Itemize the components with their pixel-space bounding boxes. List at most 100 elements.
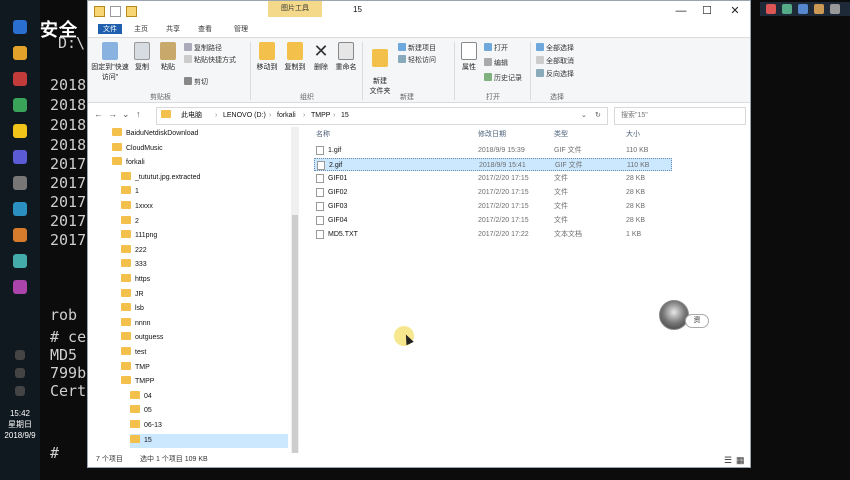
details-view-icon[interactable]: ☰ (724, 453, 732, 467)
ribbon-separator (362, 42, 363, 100)
new-folder-icon[interactable] (126, 6, 137, 17)
breadcrumb-15[interactable]: 15 (341, 108, 349, 124)
nav-tree-item[interactable]: 05 (130, 404, 288, 418)
easy-access-button[interactable]: 轻松访问 (398, 55, 436, 65)
app-icon[interactable] (13, 150, 27, 164)
tab-home[interactable]: 主页 (134, 24, 148, 34)
nav-tree-item[interactable]: 1xxxx (121, 200, 288, 214)
tab-file[interactable]: 文件 (98, 24, 122, 34)
properties-icon[interactable] (110, 6, 121, 17)
minimize-button[interactable]: — (668, 3, 694, 19)
address-dropdown-icon[interactable]: ⌄ (581, 108, 587, 124)
nav-tree-item[interactable]: 2 (121, 215, 288, 229)
nav-tree-item[interactable]: CloudMusic (112, 142, 288, 156)
rename-button[interactable]: 重命名 (334, 42, 358, 72)
nav-tree-item[interactable]: 222 (121, 244, 288, 258)
forward-arrow-icon[interactable]: → (108, 109, 117, 119)
app-icon[interactable] (13, 228, 27, 242)
nav-tree-item[interactable]: 04 (130, 390, 288, 404)
search-input[interactable]: 搜索"15" (614, 107, 746, 125)
file-row[interactable]: GIF04 2017/2/20 17:15 文件 28 KB (314, 214, 672, 227)
move-to-button[interactable]: 移动到 (254, 42, 280, 72)
tab-share[interactable]: 共享 (166, 24, 180, 34)
large-icons-view-icon[interactable]: ▦ (736, 453, 745, 467)
paste-shortcut-button[interactable]: 粘贴快捷方式 (184, 55, 236, 65)
back-arrow-icon[interactable]: ← (94, 109, 103, 119)
app-icon[interactable] (13, 72, 27, 86)
taskbar-clock[interactable]: 15:42 星期日 2018/9/9 (0, 408, 40, 441)
file-row[interactable]: GIF02 2017/2/20 17:15 文件 28 KB (314, 186, 672, 199)
nav-scrollbar[interactable] (291, 127, 299, 453)
breadcrumb-drive[interactable]: LENOVO (D:) (223, 108, 266, 124)
nav-tree-item[interactable]: test (121, 346, 288, 360)
breadcrumb-tmpp[interactable]: TMPP (311, 108, 330, 124)
close-button[interactable]: ✕ (722, 3, 748, 19)
assistant-bubble[interactable]: 资 (685, 314, 709, 328)
app-icon[interactable] (13, 176, 27, 190)
pin-quick-access-button[interactable]: 固定到"快速访问" (90, 42, 130, 82)
open-button[interactable]: 打开 (484, 43, 508, 53)
history-button[interactable]: 历史记录 (484, 73, 522, 83)
nav-tree-item[interactable]: https (121, 273, 288, 287)
nav-tree-item[interactable]: BaiduNetdiskDownload (112, 127, 288, 141)
paste-button[interactable]: 粘贴 (156, 42, 180, 72)
properties-button[interactable]: 属性 (458, 42, 480, 72)
file-row[interactable]: 2.gif 2018/9/9 15:41 GIF 文件 110 KB (314, 158, 672, 171)
copy-button[interactable]: 复制 (130, 42, 154, 72)
nav-tree-item[interactable]: 333 (121, 258, 288, 272)
tray-icon[interactable] (15, 386, 25, 396)
new-item-button[interactable]: 新建项目 (398, 43, 436, 53)
nav-tree-item[interactable]: 111png (121, 229, 288, 243)
select-none-button[interactable]: 全部取消 (536, 56, 574, 66)
new-folder-button[interactable]: 新建 文件夹 (366, 42, 394, 96)
nav-tree-item[interactable]: 15 (130, 433, 288, 448)
breadcrumb-forkali[interactable]: forkali (277, 108, 296, 124)
nav-tree-item[interactable]: outguess (121, 331, 288, 345)
nav-tree-item[interactable]: TMP (121, 361, 288, 375)
copy-path-button[interactable]: 复制路径 (184, 43, 222, 53)
folder-icon[interactable] (13, 124, 27, 138)
address-bar[interactable]: 此电脑 › LENOVO (D:) › forkali › TMPP › 15 … (156, 107, 608, 125)
column-modified[interactable]: 修改日期 (478, 129, 506, 139)
nav-tree-item[interactable]: TMPP (121, 375, 288, 389)
app-icon[interactable] (13, 46, 27, 60)
file-row[interactable]: 1.gif 2018/9/9 15:39 GIF 文件 110 KB (314, 144, 672, 157)
nav-scrollbar-thumb[interactable] (292, 215, 298, 453)
tray-icon[interactable] (15, 350, 25, 360)
cut-button[interactable]: 剪切 (184, 77, 208, 87)
nav-tree-item[interactable]: JR (121, 288, 288, 302)
file-row[interactable]: MD5.TXT 2017/2/20 17:22 文本文档 1 KB (314, 228, 672, 241)
recent-chevron-icon[interactable]: ⌄ (122, 109, 130, 120)
up-arrow-icon[interactable]: ↑ (136, 109, 141, 119)
column-size[interactable]: 大小 (626, 129, 640, 139)
tab-manage[interactable]: 管理 (234, 24, 248, 34)
app-icon[interactable] (13, 280, 27, 294)
app-icon[interactable] (13, 20, 27, 34)
tray-icon[interactable] (15, 368, 25, 378)
nav-tree-item[interactable]: forkali (112, 156, 288, 170)
nav-tree-item[interactable]: 1 (121, 185, 288, 199)
nav-tree-item[interactable]: lsb (121, 302, 288, 316)
app-icon[interactable] (13, 98, 27, 112)
delete-button[interactable]: ✕ 删除 (310, 42, 332, 72)
maximize-button[interactable]: ☐ (694, 3, 720, 19)
breadcrumb-this-pc[interactable]: 此电脑 (181, 108, 202, 124)
edit-button[interactable]: 编辑 (484, 58, 508, 68)
tab-view[interactable]: 查看 (198, 24, 212, 34)
avatar[interactable] (659, 300, 689, 330)
app-icon[interactable] (13, 202, 27, 216)
picture-tools-tab[interactable]: 图片工具 (268, 1, 322, 17)
nav-tree-item[interactable]: _tututut.jpg.extracted (121, 171, 288, 185)
file-row[interactable]: GIF03 2017/2/20 17:15 文件 28 KB (314, 200, 672, 213)
select-all-button[interactable]: 全部选择 (536, 43, 574, 53)
nav-tree-item[interactable]: nnnn (121, 317, 288, 331)
floating-assistant[interactable]: 资 (659, 300, 711, 332)
column-type[interactable]: 类型 (554, 129, 568, 139)
app-icon[interactable] (13, 254, 27, 268)
refresh-icon[interactable]: ↻ (595, 108, 601, 124)
invert-selection-button[interactable]: 反向选择 (536, 69, 574, 79)
nav-tree-item[interactable]: 06-13 (130, 419, 288, 433)
copy-to-button[interactable]: 复制到 (282, 42, 308, 72)
column-name[interactable]: 名称 (316, 129, 330, 139)
file-row[interactable]: GIF01 2017/2/20 17:15 文件 28 KB (314, 172, 672, 185)
